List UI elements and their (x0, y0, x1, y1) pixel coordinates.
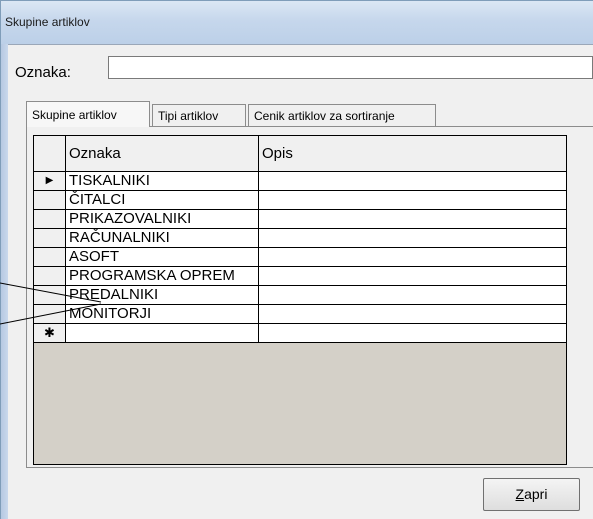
table-row[interactable]: PREDALNIKI (34, 286, 566, 305)
cell-oznaka-new[interactable] (66, 324, 259, 343)
oznaka-input[interactable] (108, 56, 593, 79)
close-button[interactable]: Zapri (483, 478, 580, 511)
row-header[interactable] (34, 286, 66, 305)
new-row-icon[interactable]: ✱ (34, 324, 66, 343)
cell-opis[interactable] (259, 172, 566, 191)
cell-oznaka[interactable]: ASOFT (66, 248, 259, 267)
cell-opis-new[interactable] (259, 324, 566, 343)
row-header[interactable] (34, 191, 66, 210)
app-window: Skupine artiklov Oznaka: Skupine artiklo… (0, 0, 593, 519)
cell-opis[interactable] (259, 248, 566, 267)
table-row[interactable]: MONITORJI (34, 305, 566, 324)
current-row-icon[interactable]: ▶ (34, 172, 66, 191)
title-bar: Skupine artiklov (0, 0, 593, 44)
new-row[interactable]: ✱ (34, 324, 566, 343)
cell-opis[interactable] (259, 305, 566, 324)
table-row[interactable]: ČITALCI (34, 191, 566, 210)
cell-oznaka[interactable]: TISKALNIKI (66, 172, 259, 191)
tab-skupine-artiklov[interactable]: Skupine artiklov (26, 101, 150, 127)
row-header[interactable] (34, 229, 66, 248)
cell-oznaka[interactable]: PROGRAMSKA OPREM (66, 267, 259, 286)
row-header[interactable] (34, 267, 66, 286)
cell-oznaka[interactable]: RAČUNALNIKI (66, 229, 259, 248)
close-button-mnemonic: Z (515, 486, 525, 502)
tab-cenik-artiklov[interactable]: Cenik artiklov za sortiranje (248, 104, 436, 126)
cell-opis[interactable] (259, 286, 566, 305)
cell-oznaka[interactable]: MONITORJI (66, 305, 259, 324)
grid-corner (34, 136, 66, 172)
cell-opis[interactable] (259, 267, 566, 286)
column-header-opis[interactable]: Opis (259, 136, 566, 172)
window-title: Skupine artiklov (5, 15, 90, 29)
cell-opis[interactable] (259, 210, 566, 229)
row-header[interactable] (34, 248, 66, 267)
table-row[interactable]: PRIKAZOVALNIKI (34, 210, 566, 229)
cell-opis[interactable] (259, 191, 566, 210)
tab-tipi-artiklov[interactable]: Tipi artiklov (152, 104, 246, 126)
table-row[interactable]: RAČUNALNIKI (34, 229, 566, 248)
close-button-label: apri (524, 486, 548, 502)
table-row[interactable]: ▶ TISKALNIKI (34, 172, 566, 191)
oznaka-label: Oznaka: (15, 64, 71, 81)
row-header[interactable] (34, 210, 66, 229)
column-header-oznaka[interactable]: Oznaka (66, 136, 259, 172)
table-row[interactable]: ASOFT (34, 248, 566, 267)
cell-oznaka[interactable]: PRIKAZOVALNIKI (66, 210, 259, 229)
cell-oznaka[interactable]: ČITALCI (66, 191, 259, 210)
cell-oznaka[interactable]: PREDALNIKI (66, 286, 259, 305)
row-header[interactable] (34, 305, 66, 324)
table-row[interactable]: PROGRAMSKA OPREM (34, 267, 566, 286)
data-grid[interactable]: Oznaka Opis ▶ TISKALNIKI ČITALCI PRIKAZO… (33, 135, 567, 465)
cell-opis[interactable] (259, 229, 566, 248)
window-frame-left (0, 44, 8, 519)
